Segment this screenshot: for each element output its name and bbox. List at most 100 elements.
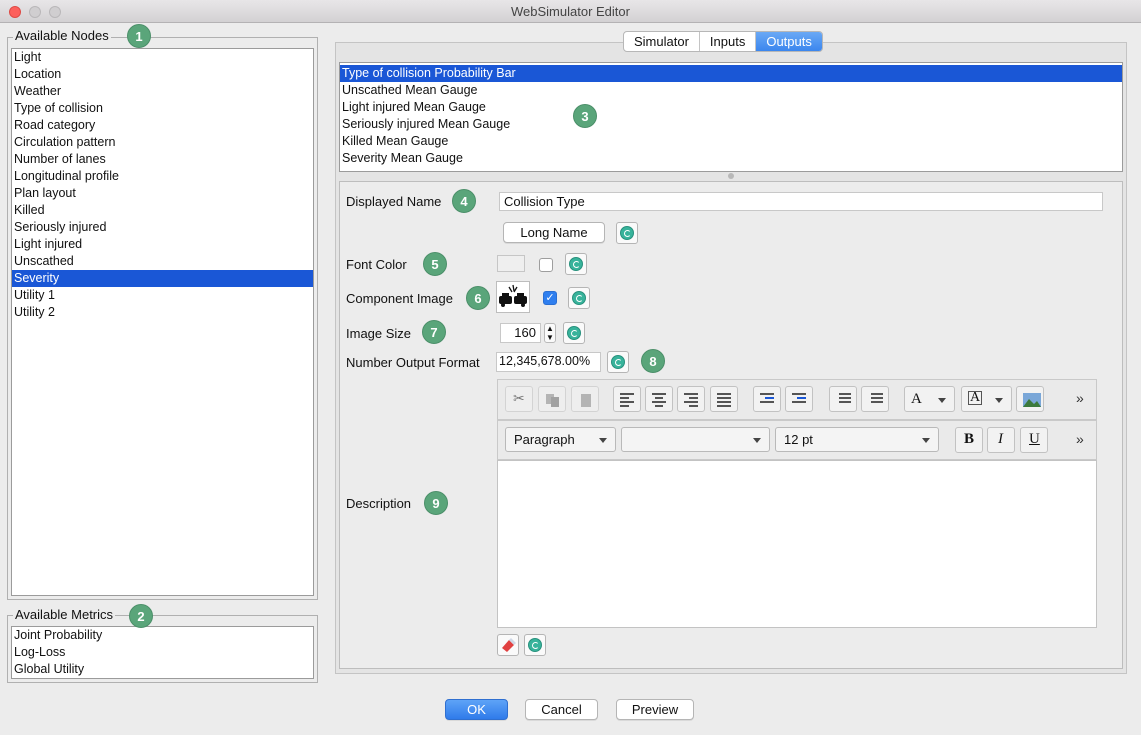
node-list-item[interactable]: Longitudinal profile <box>12 168 313 185</box>
paragraph-select[interactable]: Paragraph <box>505 427 616 452</box>
output-list-item[interactable]: Severity Mean Gauge <box>340 150 1122 167</box>
badge-4: 4 <box>452 189 476 213</box>
component-image-button[interactable] <box>496 281 530 313</box>
component-image-refresh-button[interactable] <box>568 287 590 309</box>
metric-list-item[interactable]: Global Utility <box>12 661 313 678</box>
align-left-icon <box>620 393 636 407</box>
badge-8: 8 <box>641 349 665 373</box>
number-format-refresh-button[interactable] <box>607 351 629 373</box>
description-refresh-button[interactable] <box>524 634 546 656</box>
outputs-list[interactable]: Type of collision Probability Bar Unscath… <box>339 62 1123 172</box>
long-name-button[interactable]: Long Name <box>503 222 605 243</box>
badge-3: 3 <box>573 104 597 128</box>
node-list-item[interactable]: Killed <box>12 202 313 219</box>
align-center-button[interactable] <box>645 386 673 412</box>
justify-icon <box>717 393 733 407</box>
italic-icon: I <box>998 431 1003 447</box>
chevron-down-icon <box>938 398 946 403</box>
indent-button[interactable] <box>785 386 813 412</box>
font-color-swatch[interactable] <box>497 255 525 272</box>
tab-inputs[interactable]: Inputs <box>700 32 757 51</box>
align-right-button[interactable] <box>677 386 705 412</box>
numbered-list-button[interactable] <box>861 386 889 412</box>
node-list-item[interactable]: Light injured <box>12 236 313 253</box>
node-list-item[interactable]: Number of lanes <box>12 151 313 168</box>
cut-button[interactable]: ✂ <box>505 386 533 412</box>
node-list-item[interactable]: Severity <box>12 270 313 287</box>
component-image-checkbox[interactable]: ✓ <box>543 291 557 305</box>
copy-button[interactable] <box>538 386 566 412</box>
justify-button[interactable] <box>710 386 738 412</box>
ok-button[interactable]: OK <box>445 699 508 720</box>
bullet-list-icon <box>836 393 852 406</box>
paste-button[interactable] <box>571 386 599 412</box>
output-list-item[interactable]: Type of collision Probability Bar <box>340 65 1122 82</box>
available-nodes-legend: Available Nodes <box>13 28 111 43</box>
image-size-refresh-button[interactable] <box>563 322 585 344</box>
badge-6: 6 <box>466 286 490 310</box>
refresh-icon <box>528 638 542 652</box>
chevron-up-icon[interactable]: ▲ <box>545 324 555 333</box>
window-title: WebSimulator Editor <box>511 4 630 19</box>
highlight-button[interactable]: A <box>961 386 1012 412</box>
node-list-item[interactable]: Unscathed <box>12 253 313 270</box>
node-list-item[interactable]: Type of collision <box>12 100 313 117</box>
badge-5: 5 <box>423 252 447 276</box>
long-name-refresh-button[interactable] <box>616 222 638 244</box>
text-color-icon: A <box>911 391 922 407</box>
insert-image-button[interactable] <box>1016 386 1044 412</box>
node-list-item[interactable]: Plan layout <box>12 185 313 202</box>
description-editor[interactable] <box>497 460 1097 628</box>
chevron-down-icon[interactable]: ▼ <box>545 333 555 342</box>
badge-1: 1 <box>127 24 151 48</box>
align-left-button[interactable] <box>613 386 641 412</box>
tab-simulator[interactable]: Simulator <box>624 32 700 51</box>
image-size-stepper[interactable]: ▲ ▼ <box>544 323 556 343</box>
font-color-label: Font Color <box>346 257 407 272</box>
refresh-icon <box>572 291 586 305</box>
metric-list-item[interactable]: Log-Loss <box>12 644 313 661</box>
available-nodes-list[interactable]: Light Location Weather Type of collision Roa… <box>11 48 314 596</box>
outdent-button[interactable] <box>753 386 781 412</box>
node-list-item[interactable]: Utility 1 <box>12 287 313 304</box>
node-list-item[interactable]: Light <box>12 49 313 66</box>
font-color-checkbox[interactable] <box>539 258 553 272</box>
bullet-list-button[interactable] <box>829 386 857 412</box>
component-image-label: Component Image <box>346 291 453 306</box>
font-family-select[interactable] <box>621 427 770 452</box>
text-color-button[interactable]: A <box>904 386 955 412</box>
output-list-item[interactable]: Light injured Mean Gauge <box>340 99 1122 116</box>
node-list-item[interactable]: Utility 2 <box>12 304 313 321</box>
font-color-refresh-button[interactable] <box>565 253 587 275</box>
image-size-field[interactable]: 160 <box>500 323 541 343</box>
node-list-item[interactable]: Road category <box>12 117 313 134</box>
clear-description-button[interactable] <box>497 634 519 656</box>
output-list-item[interactable]: Killed Mean Gauge <box>340 133 1122 150</box>
bold-button[interactable]: B <box>955 427 983 453</box>
toolbar-more-icon-2[interactable]: » <box>1076 431 1084 447</box>
toolbar-more-icon[interactable]: » <box>1076 390 1084 406</box>
font-size-select[interactable]: 12 pt <box>775 427 939 452</box>
node-list-item[interactable]: Location <box>12 66 313 83</box>
available-nodes-group: Available Nodes Light Location Weather Type… <box>7 28 318 600</box>
underline-button[interactable]: U <box>1020 427 1048 453</box>
number-format-field[interactable]: 12,345,678.00% <box>496 352 601 372</box>
bold-icon: B <box>964 431 975 447</box>
preview-button[interactable]: Preview <box>616 699 694 720</box>
displayed-name-field[interactable]: Collision Type <box>499 192 1103 211</box>
image-size-label: Image Size <box>346 326 412 341</box>
metric-list-item[interactable]: Joint Probability <box>12 627 313 644</box>
split-handle[interactable] <box>728 173 734 179</box>
node-list-item[interactable]: Circulation pattern <box>12 134 313 151</box>
node-list-item[interactable]: Seriously injured <box>12 219 313 236</box>
output-list-item[interactable]: Seriously injured Mean Gauge <box>340 116 1122 133</box>
italic-button[interactable]: I <box>987 427 1015 453</box>
image-icon <box>1023 393 1041 407</box>
available-metrics-legend: Available Metrics <box>13 607 116 622</box>
cancel-button[interactable]: Cancel <box>525 699 598 720</box>
available-metrics-list[interactable]: Joint Probability Log-Loss Global Utility <box>11 626 314 679</box>
tab-outputs[interactable]: Outputs <box>756 32 822 51</box>
eraser-icon <box>502 638 516 652</box>
node-list-item[interactable]: Weather <box>12 83 313 100</box>
output-list-item[interactable]: Unscathed Mean Gauge <box>340 82 1122 99</box>
